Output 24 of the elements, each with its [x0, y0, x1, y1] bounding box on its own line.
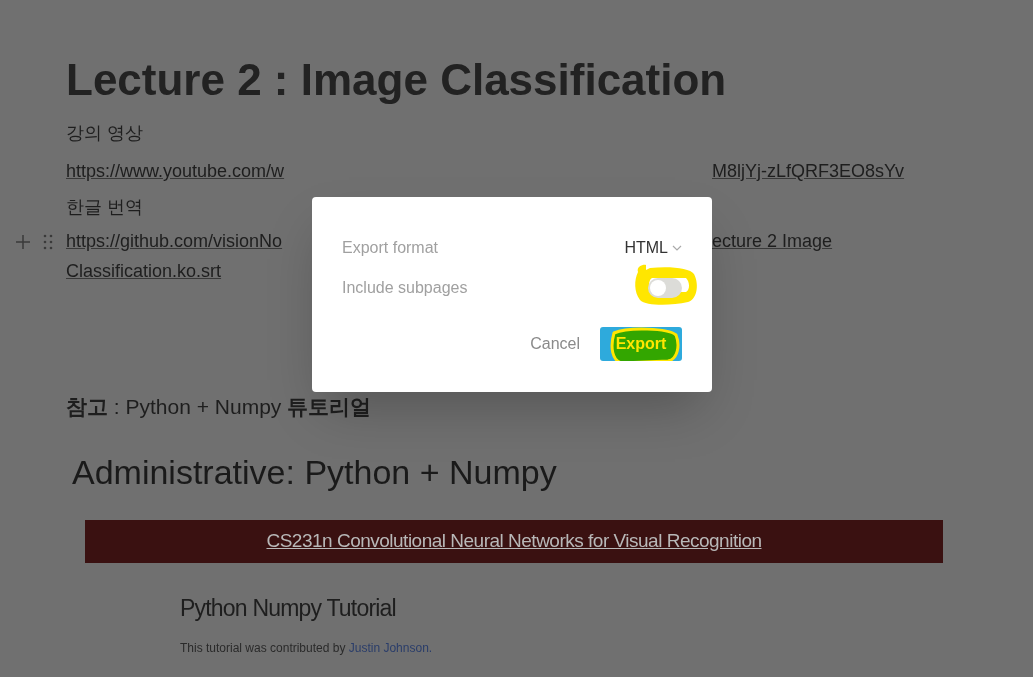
- export-button[interactable]: Export: [600, 327, 682, 361]
- video-link[interactable]: https://www.youtube.com/w: [66, 158, 312, 184]
- plus-icon: [15, 234, 31, 250]
- section-label: 강의 영상: [66, 122, 144, 145]
- author-link[interactable]: Justin Johnson.: [348, 641, 433, 655]
- slide-heading: Administrative: Python + Numpy: [72, 452, 558, 492]
- toggle-switch[interactable]: [648, 278, 682, 298]
- video-link[interactable]: M8ljYj-zLfQRF3EO8sYv: [712, 158, 905, 184]
- tutorial-title: Python Numpy Tutorial: [180, 594, 397, 623]
- subtitle-link[interactable]: https://github.com/visionNo: [66, 228, 312, 254]
- option-label: Include subpages: [342, 278, 468, 298]
- highlight-mark: [608, 327, 680, 361]
- reference-heading: 참고 : Python + Numpy 튜토리얼: [66, 394, 373, 420]
- subtitle-link[interactable]: Classification.ko.srt: [66, 258, 222, 284]
- banner-link[interactable]: CS231n Convolutional Neural Networks for Visual Recognition: [266, 527, 762, 556]
- credit-text: This tutorial was contributed by Justin Johnson.: [180, 641, 434, 655]
- drag-handle-icon: [43, 234, 53, 250]
- format-select[interactable]: HTML: [624, 236, 682, 260]
- subtitle-link[interactable]: ecture 2 Image: [712, 228, 833, 254]
- cancel-button[interactable]: Cancel: [526, 332, 584, 356]
- section-label: 한글 번역: [66, 196, 144, 219]
- page-title: Lecture 2 : Image Classification: [66, 54, 728, 106]
- chevron-down-icon: [672, 245, 682, 251]
- option-label: Export format: [342, 238, 439, 258]
